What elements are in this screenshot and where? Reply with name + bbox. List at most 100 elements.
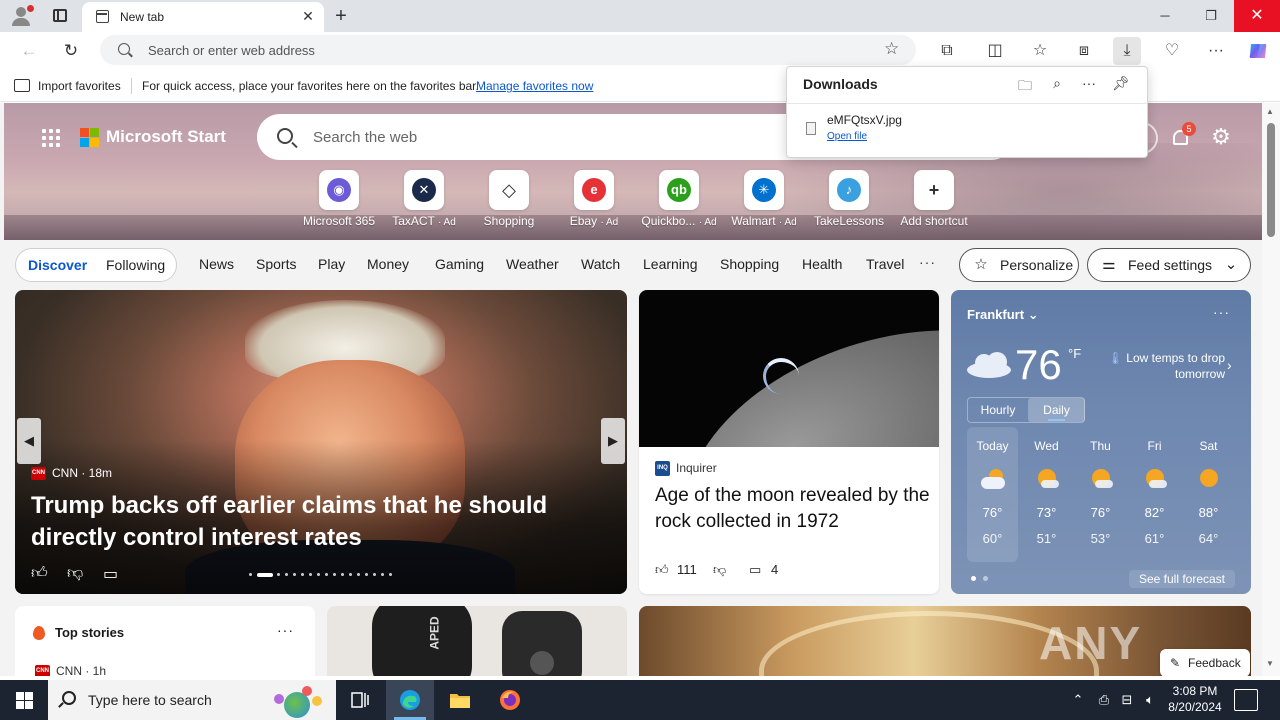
- page-scrollbar[interactable]: ▲ ▼: [1262, 103, 1280, 676]
- shortcut-walmart[interactable]: ✳ Walmart · Ad: [719, 170, 809, 230]
- extensions-icon[interactable]: ⧉: [933, 37, 961, 65]
- dislike-icon[interactable]: 👎︎: [713, 562, 726, 578]
- collections-icon[interactable]: ⧈: [1070, 37, 1098, 65]
- forecast-day[interactable]: Sat 88° 64°: [1183, 427, 1234, 562]
- show-hidden-icons-chevron-up-icon[interactable]: ⌃: [1068, 680, 1088, 720]
- tab-daily[interactable]: Daily: [1028, 398, 1085, 422]
- new-tab-button[interactable]: +: [330, 5, 352, 27]
- carousel-next-button[interactable]: ▶: [601, 418, 625, 464]
- feedback-button[interactable]: ✎ Feedback: [1160, 649, 1250, 676]
- nav-link-shopping[interactable]: Shopping: [720, 256, 779, 272]
- nav-link-health[interactable]: Health: [802, 256, 842, 272]
- like-icon[interactable]: 👍︎: [655, 562, 669, 578]
- app-launcher-icon[interactable]: [42, 129, 60, 147]
- forecast-day[interactable]: Wed 73° 51°: [1021, 427, 1072, 562]
- close-window-button[interactable]: ✕: [1234, 0, 1280, 32]
- file-explorer-icon[interactable]: [436, 680, 484, 720]
- carousel-dot[interactable]: [373, 573, 376, 576]
- shortcut-quickbooks[interactable]: qb Quickbo... · Ad: [634, 170, 724, 230]
- carousel-dot[interactable]: [357, 573, 360, 576]
- weather-alert[interactable]: 🌡︎ Low temps to drop tomorrow: [1099, 350, 1225, 382]
- forecast-day[interactable]: Today 76° 60°: [967, 427, 1018, 562]
- carousel-prev-button[interactable]: ◀: [17, 418, 41, 464]
- story-headline[interactable]: Age of the moon revealed by the rock col…: [655, 483, 930, 535]
- story-headline[interactable]: Trump backs off earlier claims that he s…: [31, 490, 621, 554]
- downloads-icon[interactable]: ⤓: [1113, 37, 1141, 65]
- minimize-button[interactable]: ─: [1142, 0, 1188, 32]
- weather-more-button[interactable]: ···: [1213, 304, 1230, 320]
- carousel-dot[interactable]: [333, 573, 336, 576]
- shortcut-plus[interactable]: + Add shortcut: [889, 170, 979, 230]
- tab-actions-icon[interactable]: [48, 6, 72, 26]
- main-story-card[interactable]: ◀ ▶ CNN CNN · 18m Trump backs off earlier…: [15, 290, 627, 594]
- address-input[interactable]: [148, 41, 868, 59]
- forecast-day[interactable]: Thu 76° 53°: [1075, 427, 1126, 562]
- carousel-dot[interactable]: [293, 573, 296, 576]
- brand-title[interactable]: Microsoft Start: [106, 127, 226, 147]
- manage-favorites-link[interactable]: Manage favorites now: [476, 79, 593, 93]
- import-favorites-icon[interactable]: [14, 79, 30, 92]
- carousel-dot[interactable]: [349, 573, 352, 576]
- back-button[interactable]: ←: [16, 39, 42, 63]
- carousel-dot[interactable]: [325, 573, 328, 576]
- product-ad-card[interactable]: APED: [327, 606, 627, 676]
- browser-essentials-icon[interactable]: ♡: [1158, 37, 1186, 65]
- nav-more-button[interactable]: ···: [919, 254, 936, 270]
- favorite-star-icon[interactable]: ☆: [884, 39, 899, 59]
- open-file-link[interactable]: Open file: [827, 131, 867, 142]
- personalize-button[interactable]: ☆ Personalize: [959, 248, 1079, 282]
- volume-icon[interactable]: 🔈︎: [1140, 680, 1160, 720]
- open-folder-icon[interactable]: 🗀: [1014, 75, 1036, 95]
- shortcut-microsoft-365[interactable]: ◉ Microsoft 365: [294, 170, 384, 230]
- scrollbar-thumb[interactable]: [1267, 123, 1275, 237]
- carousel-dot[interactable]: [317, 573, 320, 576]
- refresh-button[interactable]: ↻: [58, 39, 84, 63]
- close-tab-icon[interactable]: ✕: [300, 8, 316, 24]
- weather-location[interactable]: Frankfurt ⌄: [967, 307, 1039, 323]
- weather-card[interactable]: Frankfurt ⌄ ··· 76 °F 🌡︎ Low temps to dr…: [951, 290, 1251, 594]
- temperature-unit[interactable]: °F: [1068, 346, 1081, 361]
- windows-start-icon[interactable]: [0, 680, 48, 720]
- comment-icon[interactable]: ▭: [103, 564, 118, 584]
- search-downloads-icon[interactable]: ⌕: [1046, 75, 1068, 95]
- address-bar[interactable]: ☆: [100, 35, 916, 65]
- carousel-dot[interactable]: [309, 573, 312, 576]
- see-full-forecast-link[interactable]: See full forecast: [1129, 570, 1235, 588]
- shortcut-shopping-tag[interactable]: ◇ Shopping: [464, 170, 554, 230]
- carousel-dot[interactable]: [249, 573, 252, 576]
- device-icon[interactable]: ⎙: [1094, 680, 1114, 720]
- carousel-dot[interactable]: [341, 573, 344, 576]
- carousel-dot[interactable]: [257, 573, 273, 577]
- profile-avatar-icon[interactable]: [8, 4, 34, 28]
- carousel-dot[interactable]: [381, 573, 384, 576]
- nav-link-watch[interactable]: Watch: [581, 256, 620, 272]
- shortcut-ebay[interactable]: e Ebay · Ad: [549, 170, 639, 230]
- nav-link-learning[interactable]: Learning: [643, 256, 698, 272]
- chevron-right-icon[interactable]: ›: [1227, 357, 1232, 373]
- edge-taskbar-icon[interactable]: [386, 680, 434, 720]
- action-center-icon[interactable]: [1234, 689, 1258, 711]
- nav-link-sports[interactable]: Sports: [256, 256, 296, 272]
- scroll-down-arrow-icon[interactable]: ▼: [1266, 659, 1274, 668]
- restore-button[interactable]: ❐: [1188, 0, 1234, 32]
- like-icon[interactable]: 👍︎: [31, 564, 48, 583]
- taskbar-search-input[interactable]: [88, 691, 268, 709]
- nav-link-gaming[interactable]: Gaming: [435, 256, 484, 272]
- downloads-more-icon[interactable]: ···: [1078, 75, 1100, 95]
- web-search-input[interactable]: [313, 127, 813, 147]
- carousel-dot[interactable]: [301, 573, 304, 576]
- carousel-dot[interactable]: [285, 573, 288, 576]
- palace-story-card[interactable]: ANY RUN ✎ Feedback: [639, 606, 1251, 676]
- shortcut-takelessons[interactable]: ♪ TakeLessons: [804, 170, 894, 230]
- nav-link-play[interactable]: Play: [318, 256, 345, 272]
- tab-following[interactable]: Following: [106, 257, 165, 273]
- scroll-up-arrow-icon[interactable]: ▲: [1266, 107, 1274, 116]
- nav-link-travel[interactable]: Travel: [866, 256, 904, 272]
- import-favorites-button[interactable]: Import favorites: [38, 79, 121, 93]
- favorites-icon[interactable]: ☆: [1026, 37, 1054, 65]
- moon-story-card[interactable]: INQ Inquirer Age of the moon revealed by …: [639, 290, 939, 594]
- carousel-dot[interactable]: [277, 573, 280, 576]
- download-file-name[interactable]: eMFQtsxV.jpg: [827, 113, 902, 127]
- copilot-icon[interactable]: [1244, 37, 1272, 65]
- carousel-dot[interactable]: [389, 573, 392, 576]
